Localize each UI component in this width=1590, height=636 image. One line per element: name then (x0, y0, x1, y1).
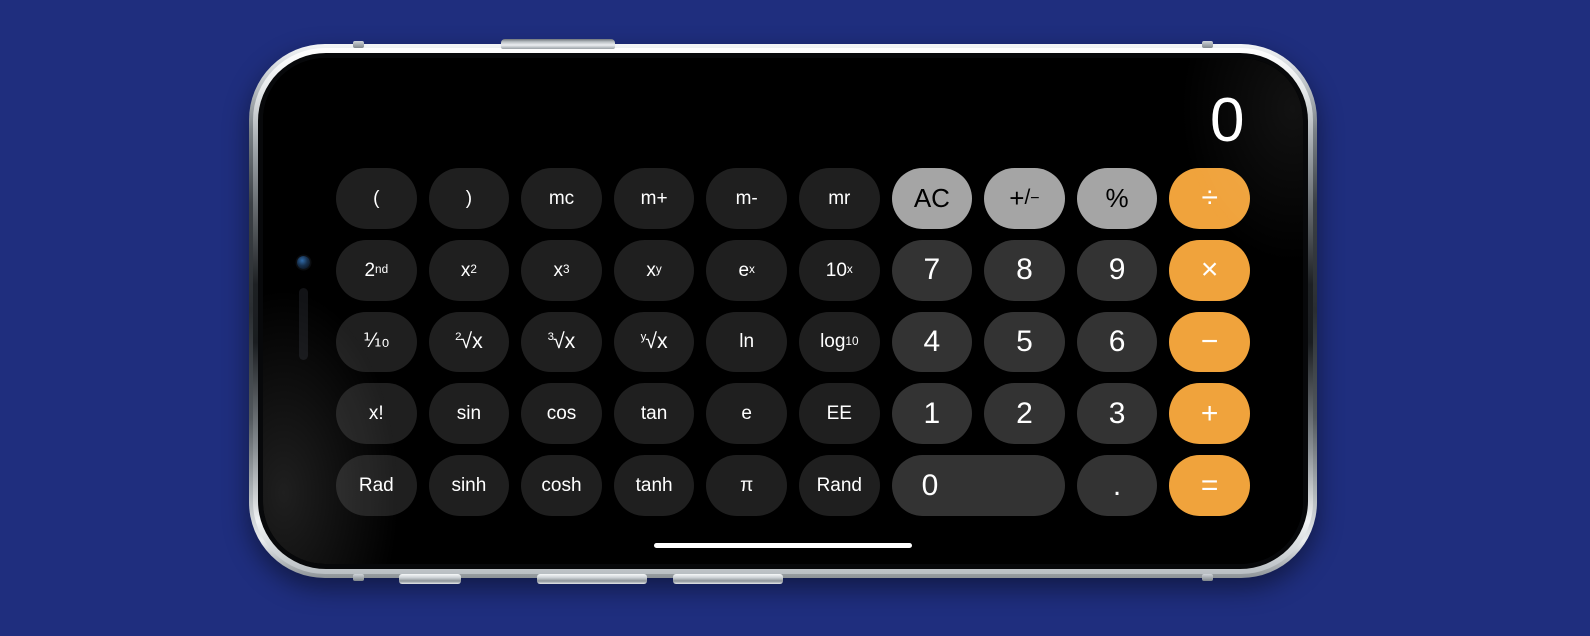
key-ten-to-x[interactable]: 10 x (798, 239, 880, 301)
phone-screen: 0 () mc m+ m-mr AC + / −% ÷ 2nd x 2 x 3 x y e x 10 x 7 8 9 × ⅒ 2 √… (263, 58, 1303, 564)
key-sign-toggle[interactable]: + / − (984, 168, 1065, 229)
key-subtract[interactable]: − (1169, 311, 1250, 373)
volume-up-button[interactable] (537, 574, 647, 584)
key-cube-root[interactable]: 3 √x (521, 311, 602, 373)
antenna-line-top-left (353, 41, 364, 48)
calculator-keypad: () mc m+ m-mr AC + / −% ÷ 2nd x 2 x 3 x y e x 10 x 7 8 9 × ⅒ 2 √x 3… (336, 168, 1250, 516)
key-open-paren[interactable]: ( (336, 168, 417, 229)
key-7[interactable]: 7 (891, 239, 973, 301)
antenna-line-top-right (1202, 41, 1213, 48)
calculator-display: 0 (1210, 86, 1245, 155)
key-tanh[interactable]: tanh (613, 455, 695, 516)
key-all-clear[interactable]: AC (891, 168, 973, 229)
phone-device: 0 () mc m+ m-mr AC + / −% ÷ 2nd x 2 x 3 x y e x 10 x 7 8 9 × ⅒ 2 √… (249, 39, 1317, 584)
key-x-to-y[interactable]: xy (613, 239, 695, 301)
mute-switch[interactable] (399, 574, 461, 584)
key-decimal[interactable]: . (1076, 455, 1158, 516)
key-cosh[interactable]: cosh (521, 455, 602, 516)
key-memory-recall[interactable]: mr (798, 168, 880, 229)
key-radians[interactable]: Rad (336, 455, 417, 516)
key-random[interactable]: Rand (798, 455, 880, 516)
key-natural-log[interactable]: ln (706, 311, 787, 373)
key-4[interactable]: 4 (891, 311, 973, 373)
key-percent[interactable]: % (1076, 168, 1158, 229)
key-1[interactable]: 1 (891, 383, 973, 445)
key-8[interactable]: 8 (984, 239, 1065, 301)
key-sin[interactable]: sin (428, 383, 510, 445)
calculator-app: 0 () mc m+ m-mr AC + / −% ÷ 2nd x 2 x 3 x y e x 10 x 7 8 9 × ⅒ 2 √… (263, 58, 1303, 564)
key-pi[interactable]: π (706, 455, 787, 516)
key-x-cubed[interactable]: x3 (521, 239, 602, 301)
key-cos[interactable]: cos (521, 383, 602, 445)
key-divide[interactable]: ÷ (1169, 168, 1250, 229)
key-2[interactable]: 2 (984, 383, 1065, 445)
earpiece-speaker (299, 288, 308, 360)
key-equals[interactable]: = (1169, 455, 1250, 516)
key-log-base-10[interactable]: log 10 (798, 311, 880, 373)
key-3[interactable]: 3 (1076, 383, 1158, 445)
key-x-squared[interactable]: x2 (428, 239, 510, 301)
key-square-root[interactable]: 2 √x (428, 311, 510, 373)
key-close-paren[interactable]: ) (428, 168, 510, 229)
key-add[interactable]: + (1169, 383, 1250, 445)
key-multiply[interactable]: × (1169, 239, 1250, 301)
key-6[interactable]: 6 (1076, 311, 1158, 373)
key-9[interactable]: 9 (1076, 239, 1158, 301)
power-button[interactable] (501, 39, 615, 49)
key-reciprocal[interactable]: ⅒ (336, 311, 417, 373)
key-exponent[interactable]: EE (798, 383, 880, 445)
volume-down-button[interactable] (673, 574, 783, 584)
home-indicator[interactable] (654, 543, 912, 548)
key-memory-add[interactable]: m+ (613, 168, 695, 229)
key-tan[interactable]: tan (613, 383, 695, 445)
key-sinh[interactable]: sinh (428, 455, 510, 516)
key-y-root[interactable]: y √x (613, 311, 695, 373)
key-e-to-x[interactable]: ex (706, 239, 787, 301)
key-memory-subtract[interactable]: m- (706, 168, 787, 229)
antenna-line-bottom-left (353, 574, 364, 581)
key-0[interactable]: 0 (891, 455, 1065, 516)
front-camera-icon (297, 256, 310, 269)
antenna-line-bottom-right (1202, 574, 1213, 581)
key-memory-clear[interactable]: mc (521, 168, 602, 229)
key-euler[interactable]: e (706, 383, 787, 445)
key-5[interactable]: 5 (984, 311, 1065, 373)
key-second[interactable]: 2nd (336, 239, 417, 301)
key-factorial[interactable]: x! (336, 383, 417, 445)
